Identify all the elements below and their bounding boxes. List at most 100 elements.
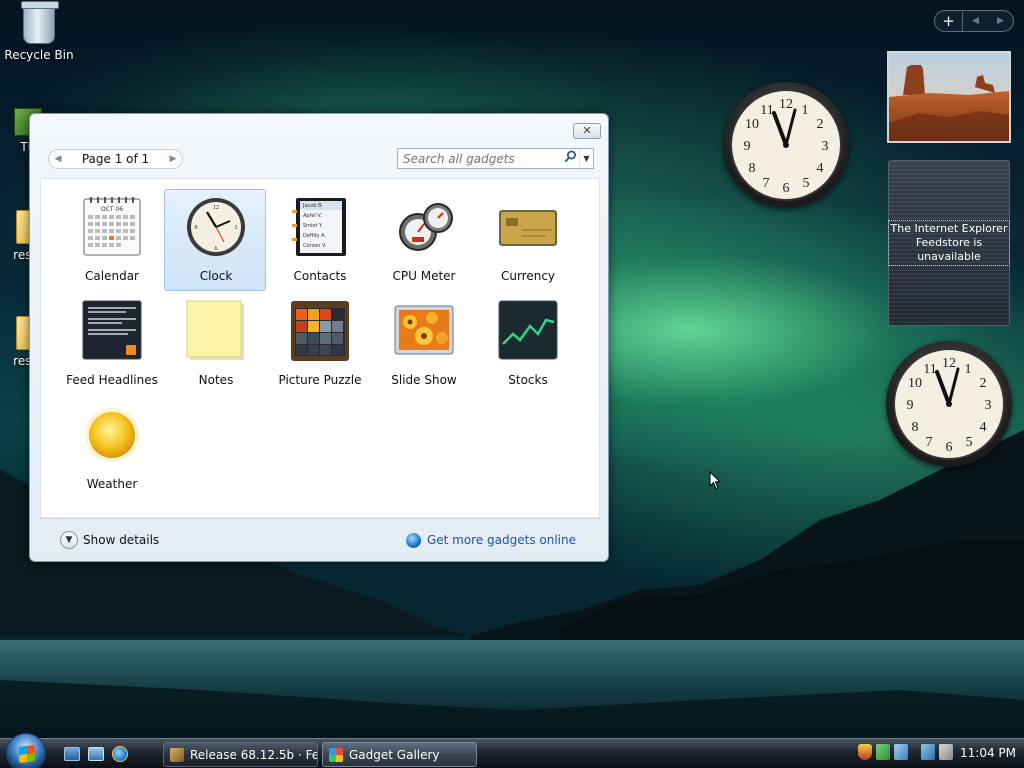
svg-text:12: 12 (213, 205, 219, 211)
svg-text:5: 5 (966, 435, 973, 450)
gadget-tile-slide-show[interactable]: Slide Show (372, 293, 474, 395)
search-icon[interactable] (561, 150, 579, 167)
network-icon[interactable] (894, 744, 908, 760)
gadget-label: Contacts (293, 269, 347, 283)
svg-text:6: 6 (946, 440, 953, 455)
gadget-gallery-window: ✕ ◀ Page 1 of 1 ▶ ▼ OCT 06 (29, 113, 609, 562)
svg-text:6: 6 (215, 246, 218, 252)
desert-photo (889, 53, 1009, 141)
clock-face: 12 12 345 678 91011 (893, 348, 1005, 460)
taskbar-button-label: Release 68.12.5b · Fe... (190, 747, 318, 762)
gadget-tile-picture-puzzle[interactable]: Picture Puzzle (268, 293, 370, 395)
gadget-label: Slide Show (391, 373, 457, 387)
gadget-tile-stocks[interactable]: Stocks (476, 293, 578, 395)
stocks-icon (498, 300, 558, 360)
contact-name: Corson V. (303, 243, 327, 249)
taskbar: Release 68.12.5b · Fe... Gadget Gallery … (0, 733, 1024, 768)
svg-text:6: 6 (783, 181, 790, 196)
gadget-label: Notes (198, 373, 234, 387)
mouse-cursor-icon (709, 471, 721, 490)
sidebar-prev-button[interactable]: ◀ (963, 16, 988, 26)
display-icon[interactable] (921, 744, 935, 760)
previous-page-button[interactable]: ◀ (49, 154, 67, 164)
weather-sun-icon (85, 408, 139, 462)
contact-name: Deffdy A. (303, 233, 326, 239)
search-dropdown-button[interactable]: ▼ (579, 149, 593, 168)
svg-text:10: 10 (745, 117, 759, 132)
slide-show-icon (394, 305, 454, 355)
gadget-grid: OCT 06 Calendar 12 3 6 9 Clock Jacob B. … (40, 178, 600, 518)
volume-muted-icon[interactable] (939, 744, 953, 760)
feed-headlines-icon (82, 300, 142, 360)
contacts-icon: Jacob B. Apfel V. Smiet Y. Deffdy A. Cor… (292, 198, 346, 256)
svg-text:12: 12 (942, 356, 956, 371)
gallery-footer: ▼ Show details Get more gadgets online (40, 518, 600, 558)
taskbar-button-gadget-gallery[interactable]: Gadget Gallery (322, 742, 477, 767)
gadget-tile-feed-headlines[interactable]: Feed Headlines (60, 293, 162, 395)
security-shield-icon[interactable] (858, 744, 872, 760)
next-page-button[interactable]: ▶ (164, 154, 182, 164)
desktop-icon-recycle-bin[interactable]: Recycle Bin (3, 1, 75, 62)
gadget-tile-weather[interactable]: Weather (60, 397, 162, 499)
get-more-gadgets-label: Get more gadgets online (426, 533, 576, 547)
gadget-label: CPU Meter (392, 269, 456, 283)
clock-gadget-desktop[interactable]: 12 1 2 345 678 9 10 11 (723, 82, 849, 208)
svg-text:7: 7 (763, 176, 770, 191)
page-indicator: Page 1 of 1 (81, 152, 150, 166)
svg-text:1: 1 (802, 103, 809, 118)
clock-gadget-sidebar[interactable]: 12 1 2 345 678 9 10 11 (886, 341, 1012, 467)
svg-text:9: 9 (744, 139, 751, 154)
notes-icon (186, 300, 244, 360)
page-navigator: ◀ Page 1 of 1 ▶ (48, 149, 183, 169)
svg-text:2: 2 (817, 117, 824, 132)
system-tray (855, 744, 955, 764)
get-more-gadgets-link[interactable]: Get more gadgets online (405, 530, 576, 550)
recycle-bin-icon (21, 1, 59, 44)
close-button[interactable]: ✕ (573, 123, 601, 139)
svg-text:11: 11 (923, 362, 936, 377)
desktop-icon-label: Recycle Bin (4, 48, 74, 62)
gadget-tile-currency[interactable]: Currency (476, 189, 578, 291)
search-input[interactable] (398, 149, 561, 168)
clock-icon: 12 3 6 9 (187, 198, 245, 256)
search-box: ▼ (397, 148, 594, 169)
add-gadget-button[interactable]: + (935, 11, 963, 31)
gadget-tile-calendar[interactable]: OCT 06 Calendar (60, 189, 162, 291)
gadget-tile-notes[interactable]: Notes (164, 293, 266, 395)
slide-show-gadget[interactable] (887, 51, 1011, 143)
sidebar-tray-icon[interactable] (876, 744, 890, 760)
gadget-tile-clock[interactable]: 12 3 6 9 Clock (164, 189, 266, 291)
show-details-label: Show details (83, 533, 160, 547)
svg-text:11: 11 (760, 103, 773, 118)
svg-text:9: 9 (195, 225, 198, 231)
svg-text:12: 12 (779, 97, 793, 112)
gadget-tile-cpu-meter[interactable]: CPU Meter (372, 189, 474, 291)
taskbar-button-label: Gadget Gallery (349, 747, 440, 762)
show-details-button[interactable]: ▼ Show details (60, 530, 159, 550)
cpu-meter-icon (399, 203, 453, 251)
gadget-label: Currency (500, 269, 556, 283)
show-desktop-icon[interactable] (64, 747, 80, 761)
svg-text:8: 8 (912, 420, 919, 435)
svg-text:8: 8 (749, 161, 756, 176)
chevron-down-icon: ▼ (60, 531, 78, 549)
gadget-label: Feed Headlines (66, 373, 158, 387)
application-icon (170, 747, 184, 762)
sidebar-next-button[interactable]: ▶ (988, 16, 1013, 26)
contact-name: Apfel V. (303, 213, 322, 219)
svg-text:2: 2 (980, 376, 987, 391)
calendar-month: OCT 06 (101, 206, 123, 213)
gadget-label: Picture Puzzle (278, 373, 362, 387)
globe-icon (405, 532, 421, 548)
contact-name: Jacob B. (302, 203, 324, 209)
start-button[interactable] (6, 733, 46, 768)
internet-explorer-icon[interactable] (112, 746, 128, 762)
svg-text:3: 3 (985, 398, 992, 413)
taskbar-button-release[interactable]: Release 68.12.5b · Fe... (163, 742, 318, 767)
taskbar-clock[interactable]: 11:04 PM (960, 746, 1016, 760)
svg-text:4: 4 (817, 161, 824, 176)
switch-windows-icon[interactable] (88, 747, 104, 761)
feed-headlines-gadget[interactable]: The Internet Explorer Feedstore is unava… (888, 160, 1010, 326)
gadget-tile-contacts[interactable]: Jacob B. Apfel V. Smiet Y. Deffdy A. Cor… (268, 189, 370, 291)
svg-text:4: 4 (980, 420, 987, 435)
